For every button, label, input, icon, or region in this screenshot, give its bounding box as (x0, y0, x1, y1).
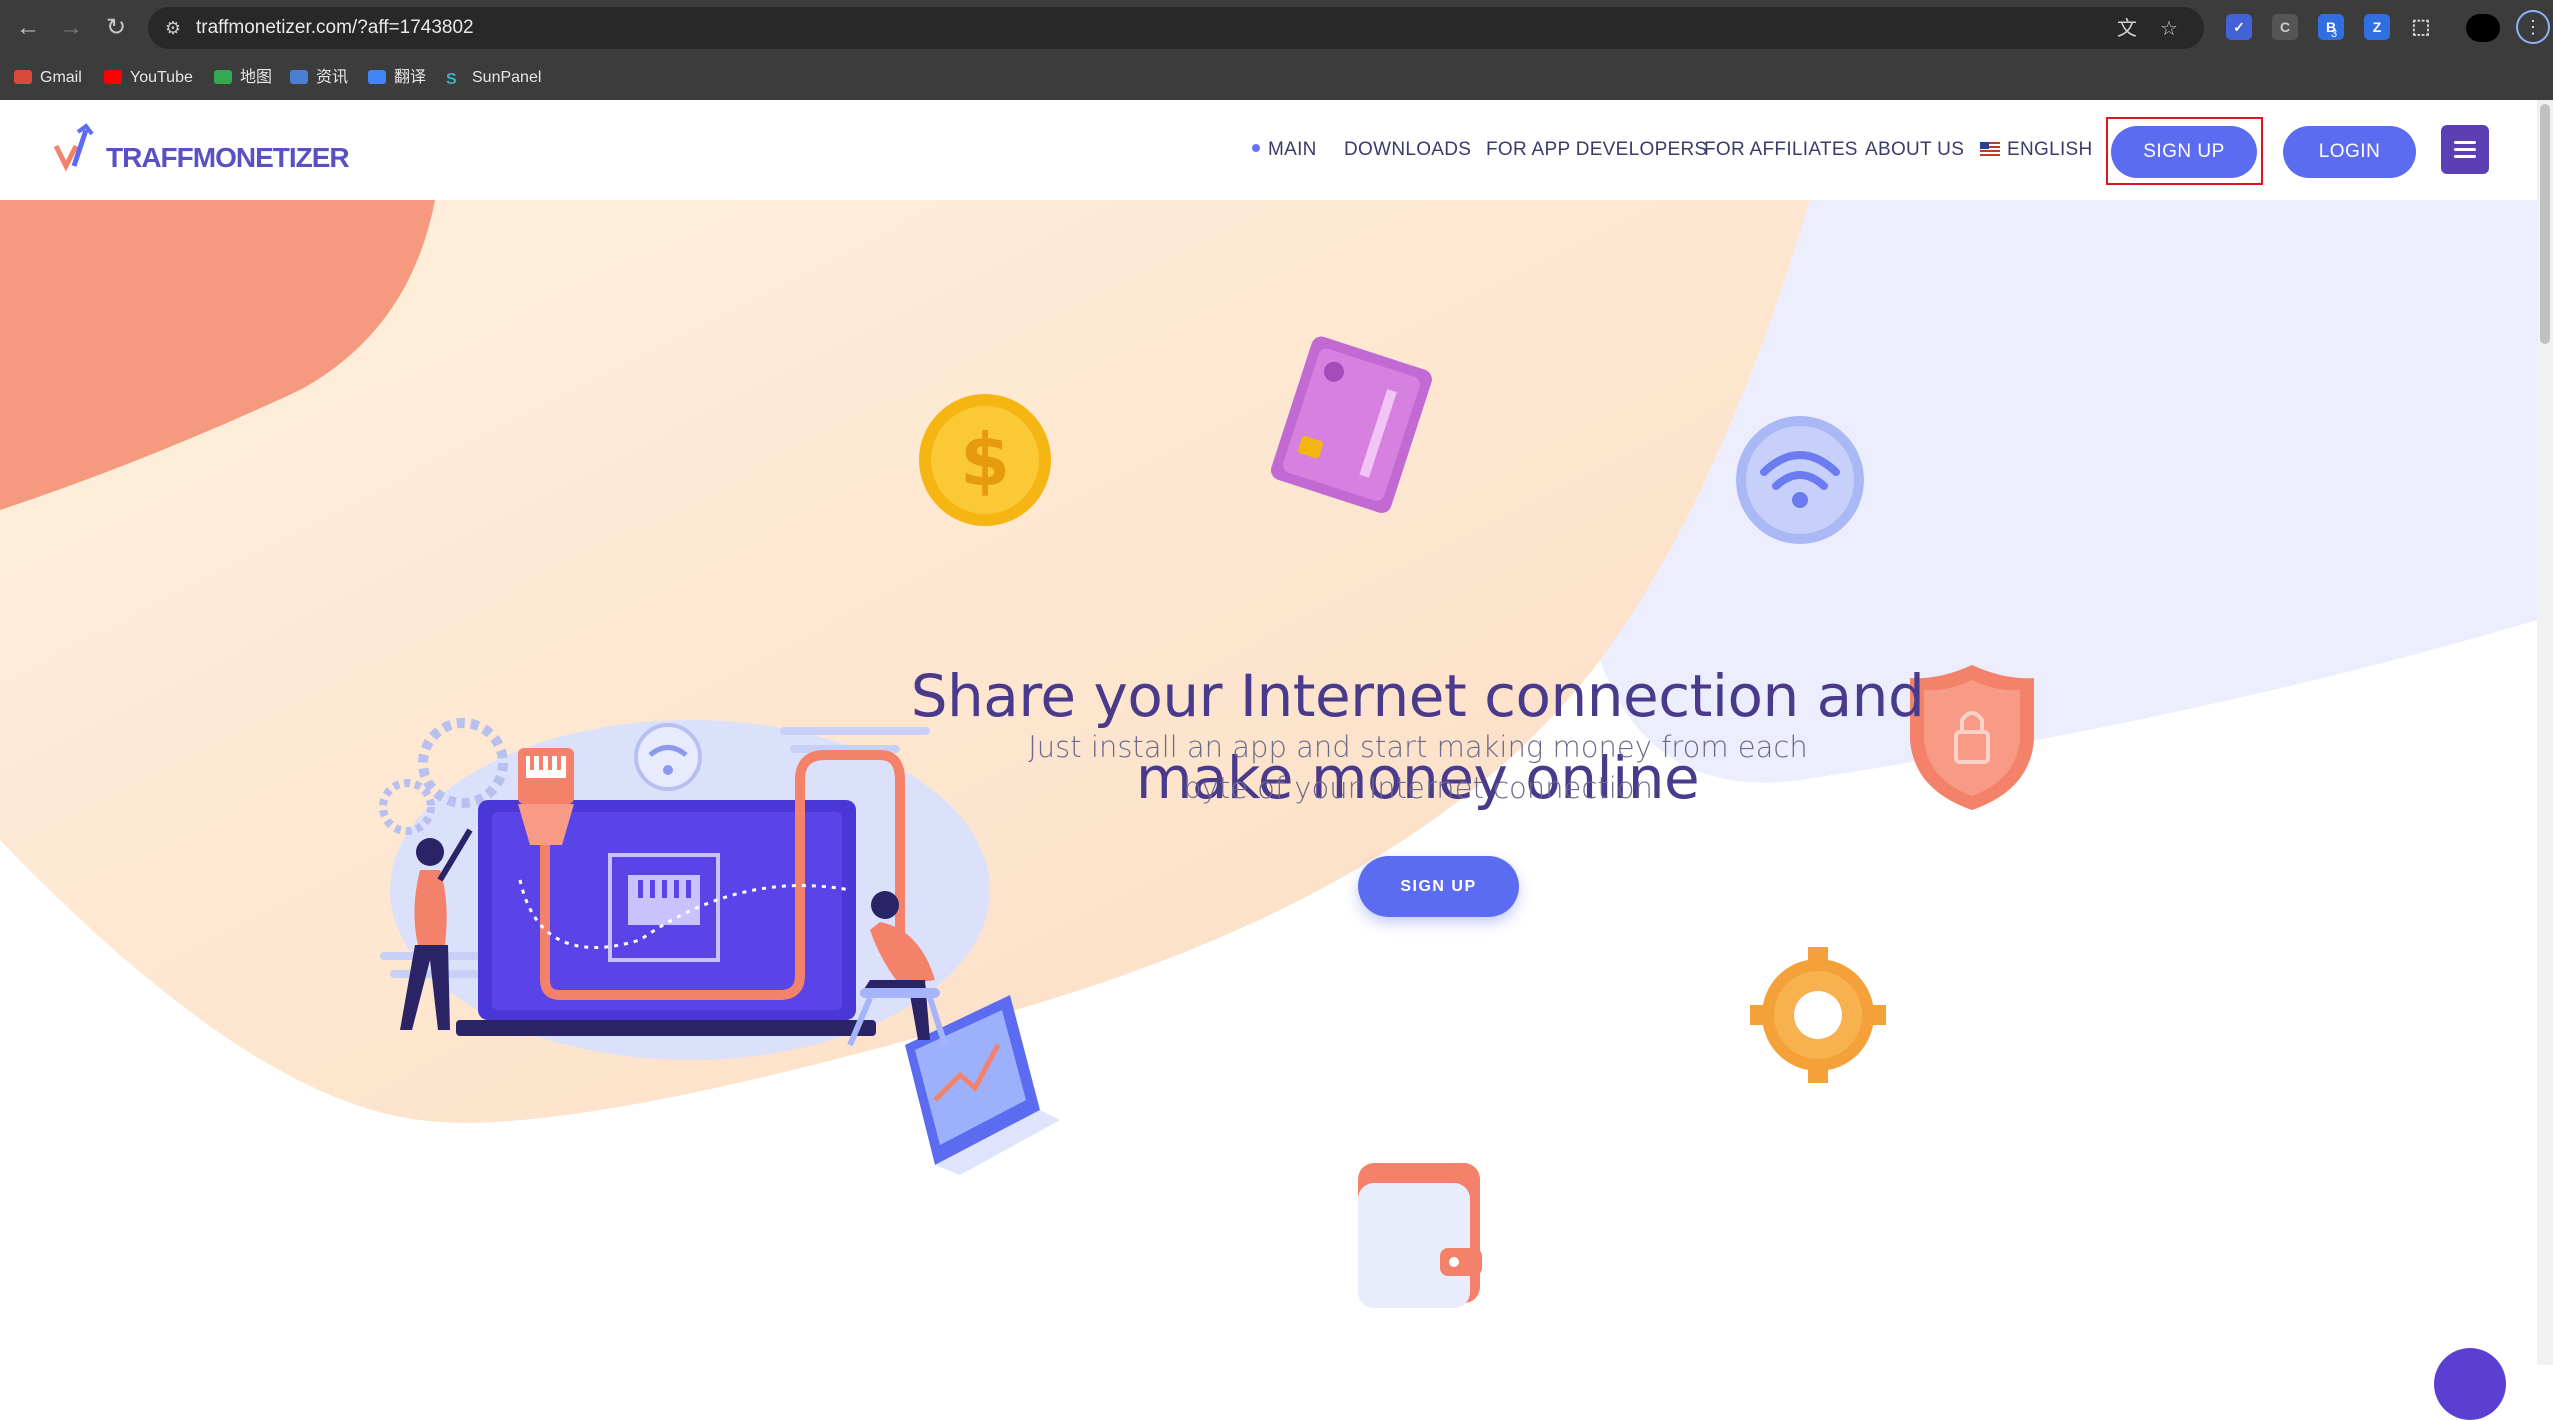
wifi-circle-icon (1736, 416, 1864, 544)
chat-widget-button[interactable] (2434, 1348, 2506, 1420)
gear-icon (1750, 947, 1886, 1083)
hero-subtitle-line: Just install an app and start making mon… (1028, 730, 1808, 764)
gmail-icon (14, 70, 32, 84)
nav-affiliates[interactable]: FOR AFFILIATES (1704, 100, 1858, 200)
maps-icon (214, 70, 232, 84)
us-flag-icon (1980, 142, 2000, 156)
dollar-coin-icon: $ (919, 394, 1051, 526)
bookmark-youtube[interactable]: YouTube (104, 56, 193, 100)
menu-kebab-icon[interactable]: ⋮ (2516, 10, 2550, 44)
bookmark-news[interactable]: 资讯 (290, 56, 348, 100)
bookmark-maps[interactable]: 地图 (214, 56, 272, 100)
extension-icon[interactable]: ✓ (2226, 14, 2252, 40)
forward-icon[interactable]: → (57, 14, 85, 42)
nav-app-developers[interactable]: FOR APP DEVELOPERS (1486, 100, 1708, 200)
hero-title-line: Share your Internet connection and (910, 662, 1925, 730)
extension-icon[interactable]: C (2272, 14, 2298, 40)
nav-downloads[interactable]: DOWNLOADS (1344, 100, 1471, 200)
hero-signup-button[interactable]: SIGN UP (1358, 856, 1519, 917)
menu-bar (2454, 155, 2476, 158)
browser-toolbar: ← → ↻ ⚙ traffmonetizer.com/?aff=1743802 … (0, 0, 2553, 56)
bookmark-sunpanel[interactable]: S SunPanel (446, 56, 541, 100)
youtube-icon (104, 70, 122, 84)
bookmark-star-icon[interactable]: ☆ (2156, 16, 2182, 42)
logo-text: TRAFFMONETIZER (106, 142, 350, 173)
wallet-icon (1358, 1163, 1482, 1308)
back-icon[interactable]: ← (14, 14, 42, 42)
menu-bar (2454, 148, 2476, 151)
sunpanel-icon: S (446, 71, 457, 88)
logo[interactable]: TRAFFMONETIZER (52, 122, 350, 182)
nav-about-us[interactable]: ABOUT US (1865, 100, 1964, 200)
nav-main[interactable]: MAIN (1252, 100, 1317, 200)
extension-badge: 3 (2331, 28, 2338, 40)
bookmark-translate[interactable]: 翻译 (368, 56, 426, 100)
hero-subtitle-line: byte of your Internet connection (1183, 771, 1653, 805)
translate-icon[interactable]: 文 (2114, 16, 2140, 42)
menu-bar (2454, 141, 2476, 144)
svg-text:$: $ (960, 418, 1010, 502)
page-scrollbar[interactable] (2537, 100, 2553, 1365)
reload-icon[interactable]: ↻ (102, 14, 130, 42)
credit-card-icon (1270, 336, 1432, 513)
scrollbar-thumb[interactable] (2540, 104, 2550, 344)
profile-avatar[interactable] (2466, 14, 2500, 42)
bookmark-gmail[interactable]: Gmail (14, 56, 82, 100)
logo-icon (53, 123, 94, 172)
extension-icon[interactable]: Z (2364, 14, 2390, 40)
url-text[interactable]: traffmonetizer.com/?aff=1743802 (196, 7, 474, 49)
language-selector[interactable]: ENGLISH (1980, 100, 2093, 200)
translate-icon (368, 70, 386, 84)
news-icon (290, 70, 308, 84)
signup-highlight-box (2106, 117, 2263, 185)
address-bar[interactable]: ⚙ traffmonetizer.com/?aff=1743802 文 ☆ (148, 7, 2204, 49)
login-button[interactable]: LOGIN (2283, 126, 2416, 178)
puzzle-icon[interactable]: ⬚ (2408, 14, 2434, 40)
site-info-icon[interactable]: ⚙ (160, 15, 186, 41)
hamburger-menu-button[interactable] (2441, 125, 2489, 174)
active-dot (1252, 144, 1260, 152)
hero-subtitle: Just install an app and start making mon… (1020, 727, 1816, 809)
bookmarks-bar: Gmail YouTube 地图 资讯 翻译 S SunPanel (0, 56, 2553, 101)
